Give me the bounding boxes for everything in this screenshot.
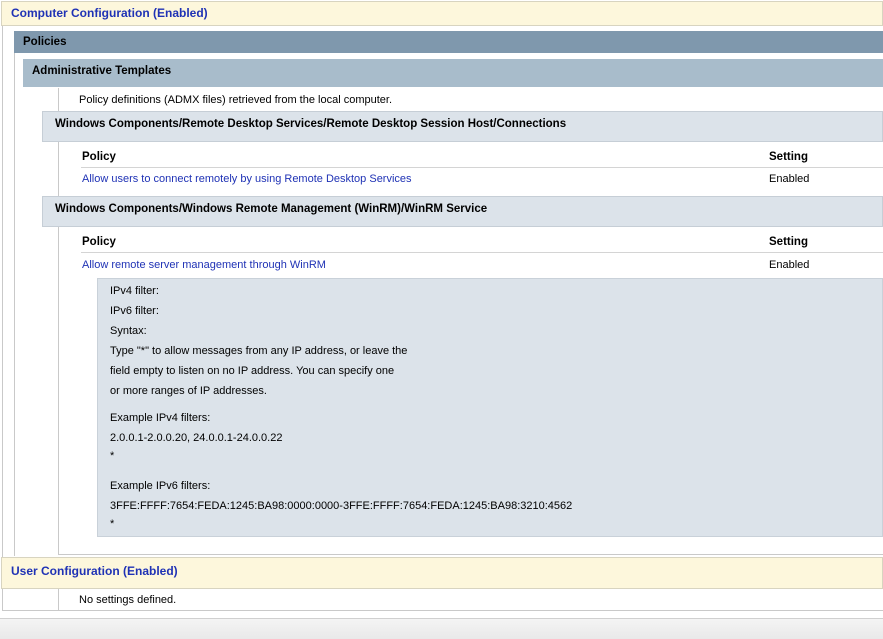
column-header-policy: Policy <box>82 151 116 163</box>
user-configuration-header[interactable]: User Configuration (Enabled) <box>1 557 883 589</box>
detail-line: Type "*" to allow messages from any IP a… <box>110 345 408 357</box>
category-header-remote-desktop[interactable]: Windows Components/Remote Desktop Servic… <box>42 111 883 142</box>
setting-value: Enabled <box>769 259 810 271</box>
tree-guide-line <box>14 52 15 556</box>
tree-guide-line <box>2 610 883 611</box>
computer-configuration-header[interactable]: Computer Configuration (Enabled) <box>1 1 883 26</box>
table-header-row: Policy Setting <box>81 233 883 253</box>
no-settings-message: No settings defined. <box>79 594 177 606</box>
tree-guide-line <box>2 589 3 611</box>
table-row: Allow remote server management through W… <box>81 258 883 276</box>
table-row: Allow users to connect remotely by using… <box>81 172 883 190</box>
column-header-setting: Setting <box>769 236 808 248</box>
tree-guide-line <box>2 26 3 557</box>
policy-details-panel: IPv4 filter: IPv6 filter: Syntax: Type "… <box>97 278 883 537</box>
detail-line: IPv4 filter: <box>110 285 159 297</box>
tree-guide-line <box>58 554 883 555</box>
detail-line: Syntax: <box>110 325 147 337</box>
detail-line: * <box>110 518 115 530</box>
detail-line: or more ranges of IP addresses. <box>110 385 267 397</box>
detail-line: 2.0.0.1-2.0.0.20, 24.0.0.1-24.0.0.22 <box>110 432 283 444</box>
tree-guide-line <box>58 589 59 611</box>
detail-line: 3FFE:FFFF:7654:FEDA:1245:BA98:0000:0000-… <box>110 500 573 512</box>
policies-header[interactable]: Policies <box>14 31 883 53</box>
administrative-templates-header[interactable]: Administrative Templates <box>23 59 883 87</box>
detail-line: * <box>110 450 115 462</box>
admx-description: Policy definitions (ADMX files) retrieve… <box>79 94 393 106</box>
bottom-status-strip <box>0 618 883 639</box>
detail-line: Example IPv6 filters: <box>110 480 211 492</box>
detail-line: field empty to listen on no IP address. … <box>110 365 395 377</box>
category-header-winrm[interactable]: Windows Components/Windows Remote Manage… <box>42 196 883 227</box>
detail-line: IPv6 filter: <box>110 305 159 317</box>
policy-link-winrm[interactable]: Allow remote server management through W… <box>82 259 326 271</box>
table-header-row: Policy Setting <box>81 148 883 168</box>
column-header-setting: Setting <box>769 151 808 163</box>
policy-link-remote-desktop[interactable]: Allow users to connect remotely by using… <box>82 173 412 185</box>
column-header-policy: Policy <box>82 236 116 248</box>
detail-line: Example IPv4 filters: <box>110 412 211 424</box>
tree-guide-line <box>58 88 59 555</box>
setting-value: Enabled <box>769 173 810 185</box>
